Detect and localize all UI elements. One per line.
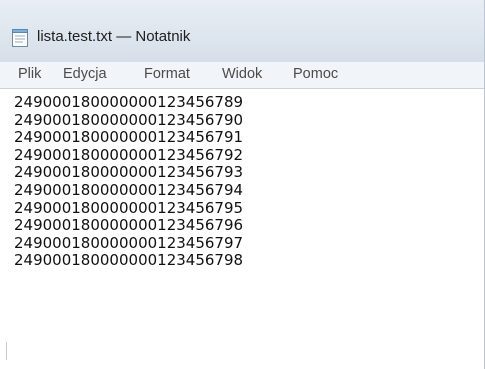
menu-item-edycja[interactable]: Edycja	[63, 66, 107, 82]
text-line: 249000180000000123456793	[14, 163, 244, 182]
text-line: 249000180000000123456789	[14, 93, 244, 111]
text-line: 249000180000000123456797	[14, 233, 244, 252]
text-caret	[6, 342, 7, 360]
window-title: lista.test.txt — Notatnik	[37, 28, 191, 45]
menu-item-format[interactable]: Format	[144, 66, 190, 82]
text-line: 249000180000000123456796	[14, 216, 244, 235]
text-line: 249000180000000123456794	[14, 180, 244, 199]
menu-bar: Plik Edycja Format Widok Pomoc	[0, 62, 485, 88]
title-bar[interactable]: lista.test.txt — Notatnik	[0, 0, 485, 62]
menu-item-plik[interactable]: Plik	[18, 66, 41, 82]
menu-item-pomoc[interactable]: Pomoc	[293, 66, 338, 82]
menu-item-widok[interactable]: Widok	[222, 66, 262, 82]
text-lines: 249000180000000123456789 249000180000000…	[14, 93, 244, 270]
text-line: 249000180000000123456791	[14, 128, 244, 147]
text-line: 249000180000000123456790	[14, 110, 244, 129]
text-editor-area[interactable]: 249000180000000123456789 249000180000000…	[0, 88, 485, 369]
text-line: 249000180000000123456792	[14, 145, 244, 164]
notepad-icon	[12, 29, 28, 47]
text-line: 249000180000000123456795	[14, 198, 244, 217]
text-line: 249000180000000123456798	[14, 251, 244, 270]
notepad-window: lista.test.txt — Notatnik Plik Edycja Fo…	[0, 0, 485, 369]
